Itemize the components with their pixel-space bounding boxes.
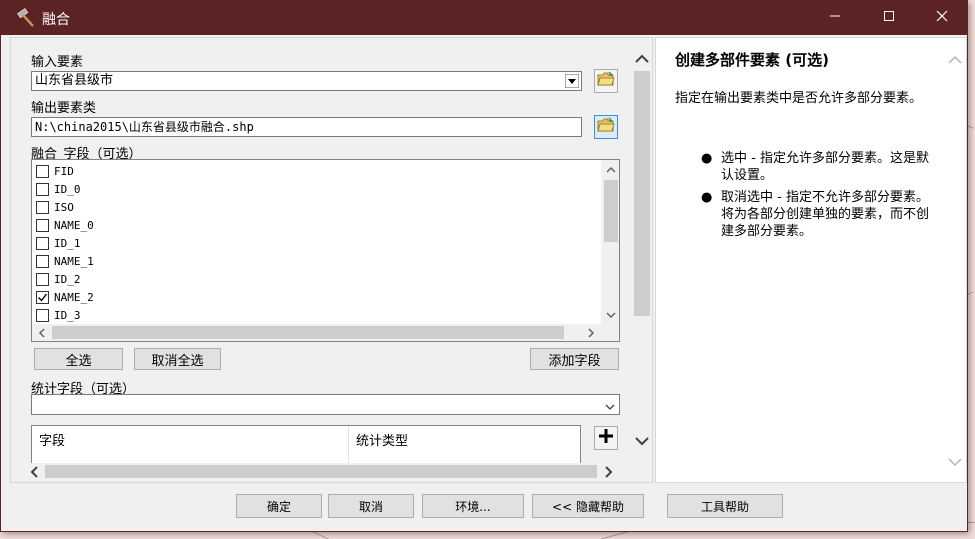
output-features-value: N:\china2015\山东省县级市融合.shp [35,120,254,134]
checkbox[interactable] [36,272,49,286]
scroll-right-icon[interactable] [601,465,615,479]
list-item[interactable]: NAME_2 [36,288,94,306]
scroll-up-icon[interactable] [604,163,618,177]
help-pane: 创建多部件要素 (可选) 指定在输出要素类中是否允许多部分要素。 ● 选中 - 指… [655,37,967,483]
hide-help-button[interactable]: << 隐藏帮助 [532,494,644,518]
minimize-button[interactable] [812,1,858,35]
browse-input-button[interactable] [594,69,618,93]
checkbox[interactable] [36,218,49,232]
open-folder-icon [597,117,615,137]
checkbox[interactable] [36,236,49,250]
scroll-left-icon[interactable] [35,326,49,340]
list-item[interactable]: FID [36,162,74,180]
list-item: ● 选中 - 指定允许多部分要素。这是默认设置。 [701,150,941,184]
checkbox[interactable] [36,200,49,214]
list-item[interactable]: ISO [36,198,74,216]
scroll-left-icon[interactable] [27,465,41,479]
column-header-stat-type[interactable]: 统计类型 [349,426,579,452]
field-name: ID_3 [54,308,81,322]
dissolve-fields-list[interactable]: FID ID_0 ISO NAME_0 ID_1 NAME_1 ID_2 NAM… [31,159,620,342]
scroll-right-icon[interactable] [584,326,598,340]
input-features-dropdown[interactable]: 山东省县级市 [31,71,582,91]
statistics-field-dropdown[interactable] [31,394,620,415]
field-name: NAME_0 [54,218,94,232]
hammer-icon [16,8,36,28]
select-all-button[interactable]: 全选 [34,348,123,370]
add-statistic-button[interactable] [594,426,618,450]
title-bar[interactable]: 融合 [1,1,967,35]
field-name: ID_1 [54,236,81,250]
scroll-up-icon[interactable] [948,53,962,67]
scroll-thumb[interactable] [634,71,650,316]
column-header-field[interactable]: 字段 [32,426,348,452]
list-item[interactable]: ID_3 [36,306,81,324]
maximize-button[interactable] [866,1,912,35]
field-name: NAME_2 [54,290,94,304]
parameters-pane: 输入要素 山东省县级市 输出要素类 N:\china2015\山东省县级市融合.… [10,37,653,483]
add-field-button[interactable]: 添加字段 [530,348,619,370]
list-item[interactable]: ID_1 [36,234,81,252]
browse-output-button[interactable] [594,115,618,139]
chevron-down-icon[interactable] [605,399,615,414]
pane-vertical-scrollbar[interactable] [631,38,652,454]
checkbox[interactable] [36,308,49,322]
maximize-icon [883,10,895,26]
help-description: 指定在输出要素类中是否允许多部分要素。 [675,91,923,106]
list-horizontal-scrollbar[interactable] [32,324,619,341]
scroll-thumb[interactable] [604,180,618,242]
list-vertical-scrollbar[interactable] [601,160,619,325]
field-name: FID [54,164,74,178]
help-title: 创建多部件要素 (可选) [675,51,829,69]
minimize-icon [829,10,841,26]
help-vertical-scrollbar[interactable] [946,48,964,473]
input-features-value: 山东省县级市 [35,73,114,88]
scroll-up-icon[interactable] [635,52,649,66]
help-bullet-list: ● 选中 - 指定允许多部分要素。这是默认设置。 ● 取消选中 - 指定不允许多部分… [701,150,941,245]
open-folder-icon [597,71,615,91]
environments-button[interactable]: 环境... [422,494,524,518]
list-item[interactable]: ID_2 [36,270,81,288]
dissolve-dialog: 融合 输入要素 山东省县级市 输出要素类 N:\china2015\山东省县级市… [0,0,968,532]
chevron-down-icon[interactable] [564,73,580,89]
bullet-icon: ● [701,190,713,205]
output-features-field[interactable]: N:\china2015\山东省县级市融合.shp [31,117,582,137]
plus-icon [599,429,613,447]
ok-button[interactable]: 确定 [236,494,322,518]
list-item: ● 取消选中 - 指定不允许多部分要素。将为各部分创建单独的要素，而不创建多部分要… [701,189,941,240]
pane-horizontal-scrollbar[interactable] [25,463,617,480]
cancel-button[interactable]: 取消 [328,494,414,518]
field-name: ID_0 [54,182,81,196]
help-bullet-text: 选中 - 指定允许多部分要素。这是默认设置。 [721,151,929,183]
input-features-label: 输入要素 [31,55,84,70]
bullet-icon: ● [701,151,713,166]
scroll-thumb[interactable] [52,326,564,339]
field-name: ID_2 [54,272,81,286]
window-title: 融合 [42,12,70,28]
checkbox[interactable] [36,254,49,268]
scroll-thumb[interactable] [45,465,597,478]
help-bullet-text: 取消选中 - 指定不允许多部分要素。将为各部分创建单独的要素，而不创建多部分要素… [721,190,930,239]
field-name: NAME_1 [54,254,94,268]
scroll-down-icon[interactable] [948,455,962,469]
checkbox[interactable] [36,182,49,196]
list-item[interactable]: NAME_0 [36,216,94,234]
list-item[interactable]: NAME_1 [36,252,94,270]
scroll-down-icon[interactable] [635,434,649,448]
checkbox[interactable] [36,164,49,178]
list-item[interactable]: ID_0 [36,180,81,198]
tool-help-button[interactable]: 工具帮助 [667,494,783,518]
close-icon [936,10,948,26]
clear-all-button[interactable]: 取消全选 [134,348,221,370]
scroll-down-icon[interactable] [604,308,618,322]
checkbox[interactable] [36,290,49,304]
field-name: ISO [54,200,74,214]
output-features-label: 输出要素类 [31,101,97,116]
close-button[interactable] [919,1,965,35]
